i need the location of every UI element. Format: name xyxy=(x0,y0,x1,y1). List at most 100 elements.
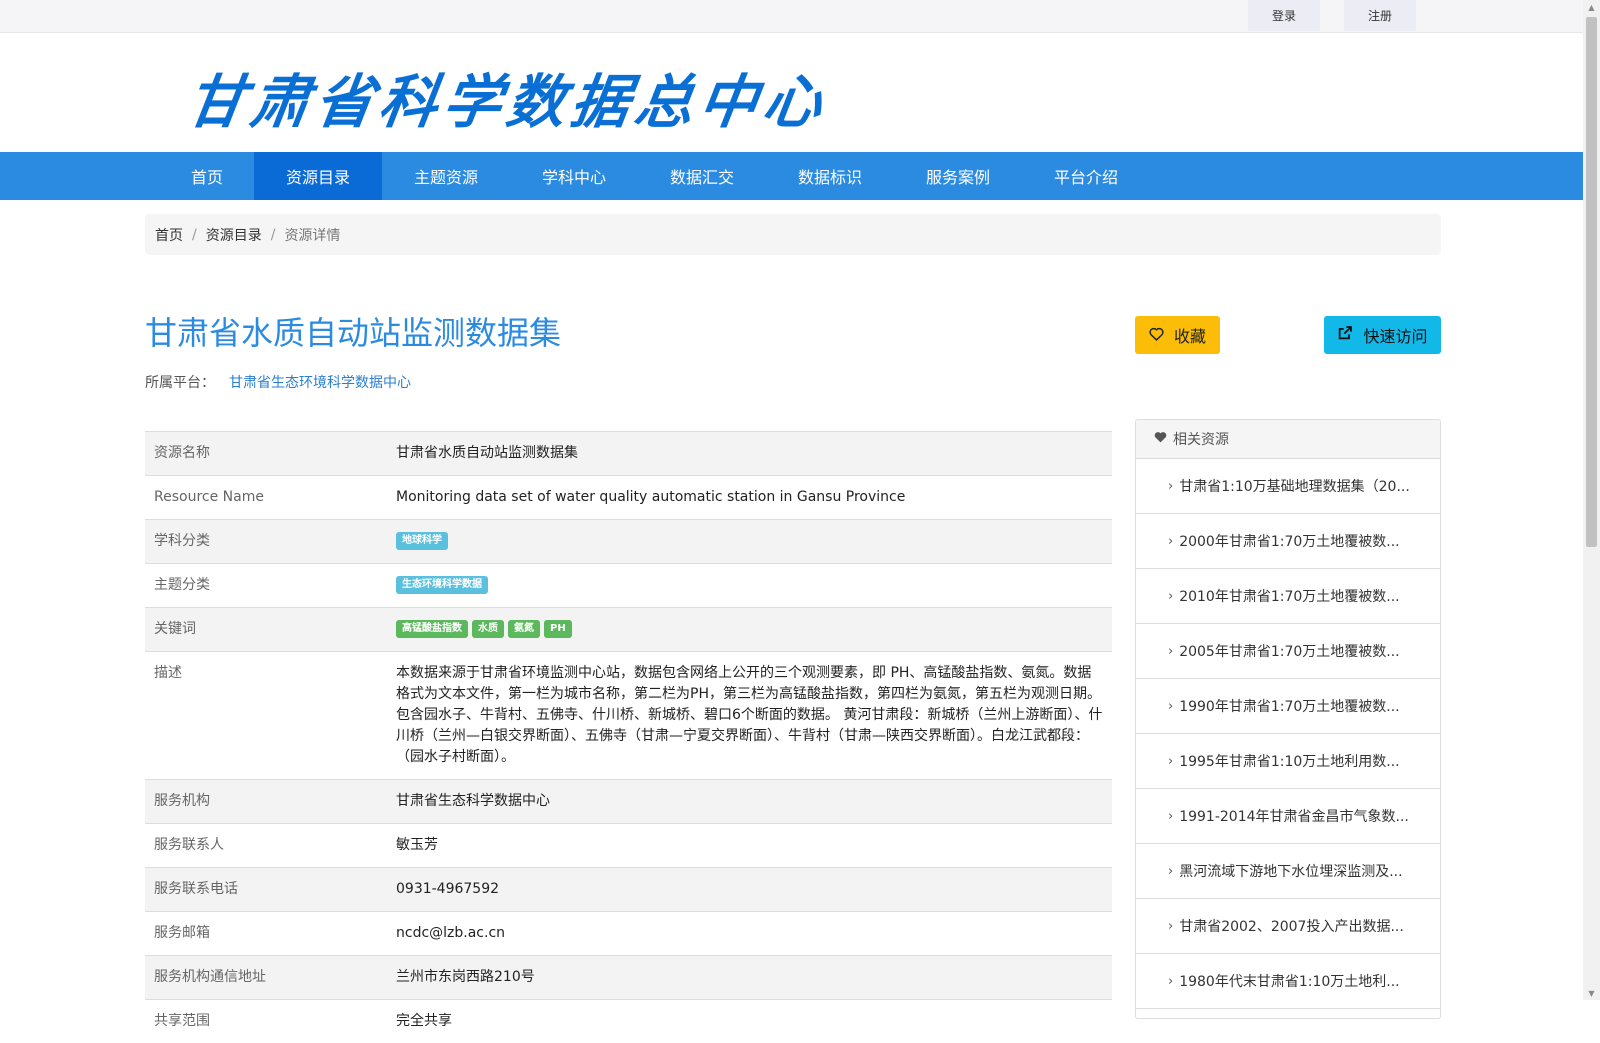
row-label: 关键词 xyxy=(145,608,387,652)
breadcrumb-home[interactable]: 首页 xyxy=(155,225,183,245)
nav-item-about[interactable]: 平台介绍 xyxy=(1022,152,1150,200)
row-value: 甘肃省生态科学数据中心 xyxy=(387,780,1112,824)
related-panel-title: 相关资源 xyxy=(1173,429,1229,449)
row-label: 服务联系电话 xyxy=(145,868,387,912)
login-button[interactable]: 登录 xyxy=(1248,0,1320,31)
scroll-down-arrow-icon[interactable]: ▼ xyxy=(1583,986,1600,1000)
scrollbar-thumb[interactable] xyxy=(1586,17,1597,547)
related-resources-panel: 相关资源 › 甘肃省1:10万基础地理数据集（20... › 2000年甘肃省1:7… xyxy=(1135,419,1441,1019)
row-label: 资源名称 xyxy=(145,432,387,476)
related-item[interactable]: › 2005年甘肃省1:70万土地覆被数... xyxy=(1136,624,1440,679)
chevron-right-icon: › xyxy=(1168,864,1173,879)
related-item-label: 1991-2014年甘肃省金昌市气象数... xyxy=(1179,806,1409,826)
row-label: 服务邮箱 xyxy=(145,912,387,956)
keyword-tag[interactable]: 氨氮 xyxy=(508,620,540,638)
related-item-label: 甘肃省2002、2007投入产出数据... xyxy=(1179,916,1404,936)
related-item[interactable]: › 1995年甘肃省1:10万土地利用数... xyxy=(1136,734,1440,789)
row-value: 完全共享 xyxy=(387,1000,1112,1043)
breadcrumb-separator: / xyxy=(271,227,276,243)
chevron-right-icon: › xyxy=(1168,534,1173,549)
nav-item-data-identifier[interactable]: 数据标识 xyxy=(766,152,894,200)
main-nav: 首页 资源目录 主题资源 学科中心 数据汇交 数据标识 服务案例 平台介绍 xyxy=(0,152,1583,200)
table-row: 服务联系电话 0931-4967592 xyxy=(145,868,1112,912)
heart-icon xyxy=(1154,431,1173,447)
related-item-label: 2010年甘肃省1:70万土地覆被数... xyxy=(1179,586,1399,606)
resource-info-table: 资源名称 甘肃省水质自动站监测数据集 Resource Name Monitor… xyxy=(145,431,1112,1043)
site-logo[interactable]: 甘肃省科学数据总中心 xyxy=(182,55,834,139)
platform-link[interactable]: 甘肃省生态环境科学数据中心 xyxy=(229,375,411,391)
chevron-right-icon: › xyxy=(1168,754,1173,769)
row-value: 0931-4967592 xyxy=(387,868,1112,912)
platform-row: 所属平台： 甘肃省生态环境科学数据中心 xyxy=(145,372,411,392)
related-item[interactable]: › 甘肃省2002、2007投入产出数据... xyxy=(1136,899,1440,954)
chevron-right-icon: › xyxy=(1168,809,1173,824)
row-value: 敏玉芳 xyxy=(387,824,1112,868)
row-value: 高锰酸盐指数水质氨氮PH xyxy=(387,608,1112,652)
related-item[interactable]: ›1990年甘肃省1:70万土地覆被数... xyxy=(1136,679,1440,734)
chevron-right-icon: › xyxy=(1168,919,1173,934)
chevron-right-icon: › xyxy=(1168,589,1173,604)
nav-item-home[interactable]: 首页 xyxy=(175,152,239,200)
keyword-tag[interactable]: 水质 xyxy=(472,620,504,638)
description-text: 本数据来源于甘肃省环境监测中心站，数据包含网络上公开的三个观测要素，即 PH、高… xyxy=(387,652,1112,780)
chevron-right-icon: › xyxy=(1168,644,1173,659)
related-item-label: 2005年甘肃省1:70万土地覆被数... xyxy=(1179,641,1399,661)
table-row: 服务联系人 敏玉芳 xyxy=(145,824,1112,868)
chevron-right-icon: › xyxy=(1168,479,1173,494)
table-row: 服务机构 甘肃省生态科学数据中心 xyxy=(145,780,1112,824)
heart-outline-icon xyxy=(1149,326,1164,345)
row-value: 甘肃省水质自动站监测数据集 xyxy=(387,432,1112,476)
row-value: Monitoring data set of water quality aut… xyxy=(387,476,1112,520)
row-value: 地球科学 xyxy=(387,520,1112,564)
table-row: 关键词 高锰酸盐指数水质氨氮PH xyxy=(145,608,1112,652)
related-item[interactable]: › 甘肃省1:10万基础地理数据集（20... xyxy=(1136,459,1440,514)
site-header: 甘肃省科学数据总中心 xyxy=(0,33,1583,152)
quick-access-button[interactable]: 快速访问 xyxy=(1324,316,1441,354)
top-bar: 登录 注册 xyxy=(0,0,1583,33)
theme-tag[interactable]: 生态环境科学数据 xyxy=(396,576,488,594)
nav-item-data-submission[interactable]: 数据汇交 xyxy=(638,152,766,200)
related-item-label: 2000年甘肃省1:70万土地覆被数... xyxy=(1179,531,1399,551)
scroll-up-arrow-icon[interactable]: ▲ xyxy=(1583,0,1600,14)
page-scrollbar[interactable]: ▲ ▼ xyxy=(1583,0,1600,1000)
platform-label: 所属平台： xyxy=(145,375,215,391)
breadcrumb-catalog[interactable]: 资源目录 xyxy=(206,225,262,245)
nav-item-catalog[interactable]: 资源目录 xyxy=(254,152,382,200)
table-row: 共享范围 完全共享 xyxy=(145,1000,1112,1043)
row-label: 主题分类 xyxy=(145,564,387,608)
row-label: 服务联系人 xyxy=(145,824,387,868)
table-row: 服务邮箱 ncdc@lzb.ac.cn xyxy=(145,912,1112,956)
related-item[interactable]: › 黑河流域下游地下水位埋深监测及... xyxy=(1136,844,1440,899)
external-link-icon xyxy=(1337,325,1353,345)
row-label: 共享范围 xyxy=(145,1000,387,1043)
related-item-label: 1995年甘肃省1:10万土地利用数... xyxy=(1179,751,1399,771)
register-button[interactable]: 注册 xyxy=(1344,0,1416,31)
related-item[interactable]: › 1991-2014年甘肃省金昌市气象数... xyxy=(1136,789,1440,844)
row-value: ncdc@lzb.ac.cn xyxy=(387,912,1112,956)
nav-item-service-cases[interactable]: 服务案例 xyxy=(894,152,1022,200)
related-panel-header: 相关资源 xyxy=(1136,420,1440,459)
row-label: Resource Name xyxy=(145,476,387,520)
table-row: 服务机构通信地址 兰州市东岗西路210号 xyxy=(145,956,1112,1000)
favorite-label: 收藏 xyxy=(1174,323,1206,347)
keyword-tag[interactable]: 高锰酸盐指数 xyxy=(396,620,468,638)
row-value: 生态环境科学数据 xyxy=(387,564,1112,608)
table-row: 资源名称 甘肃省水质自动站监测数据集 xyxy=(145,432,1112,476)
related-item-label: 黑河流域下游地下水位埋深监测及... xyxy=(1179,861,1402,881)
related-item[interactable]: › 2000年甘肃省1:70万土地覆被数... xyxy=(1136,514,1440,569)
chevron-right-icon: › xyxy=(1168,974,1173,989)
favorite-button[interactable]: 收藏 xyxy=(1135,316,1220,354)
related-item-label: 甘肃省1:10万基础地理数据集（20... xyxy=(1179,476,1410,496)
related-item-label: 1980年代末甘肃省1:10万土地利... xyxy=(1179,971,1399,991)
page-title: 甘肃省水质自动站监测数据集 xyxy=(145,308,561,354)
keyword-tag[interactable]: PH xyxy=(544,620,572,638)
row-label: 服务机构 xyxy=(145,780,387,824)
related-item[interactable]: › 1980年代末甘肃省1:10万土地利... xyxy=(1136,954,1440,1009)
nav-item-themes[interactable]: 主题资源 xyxy=(382,152,510,200)
table-row: 主题分类 生态环境科学数据 xyxy=(145,564,1112,608)
subject-tag[interactable]: 地球科学 xyxy=(396,532,448,550)
chevron-right-icon: › xyxy=(1168,699,1173,714)
breadcrumb-separator: / xyxy=(192,227,197,243)
nav-item-disciplines[interactable]: 学科中心 xyxy=(510,152,638,200)
related-item[interactable]: › 2010年甘肃省1:70万土地覆被数... xyxy=(1136,569,1440,624)
